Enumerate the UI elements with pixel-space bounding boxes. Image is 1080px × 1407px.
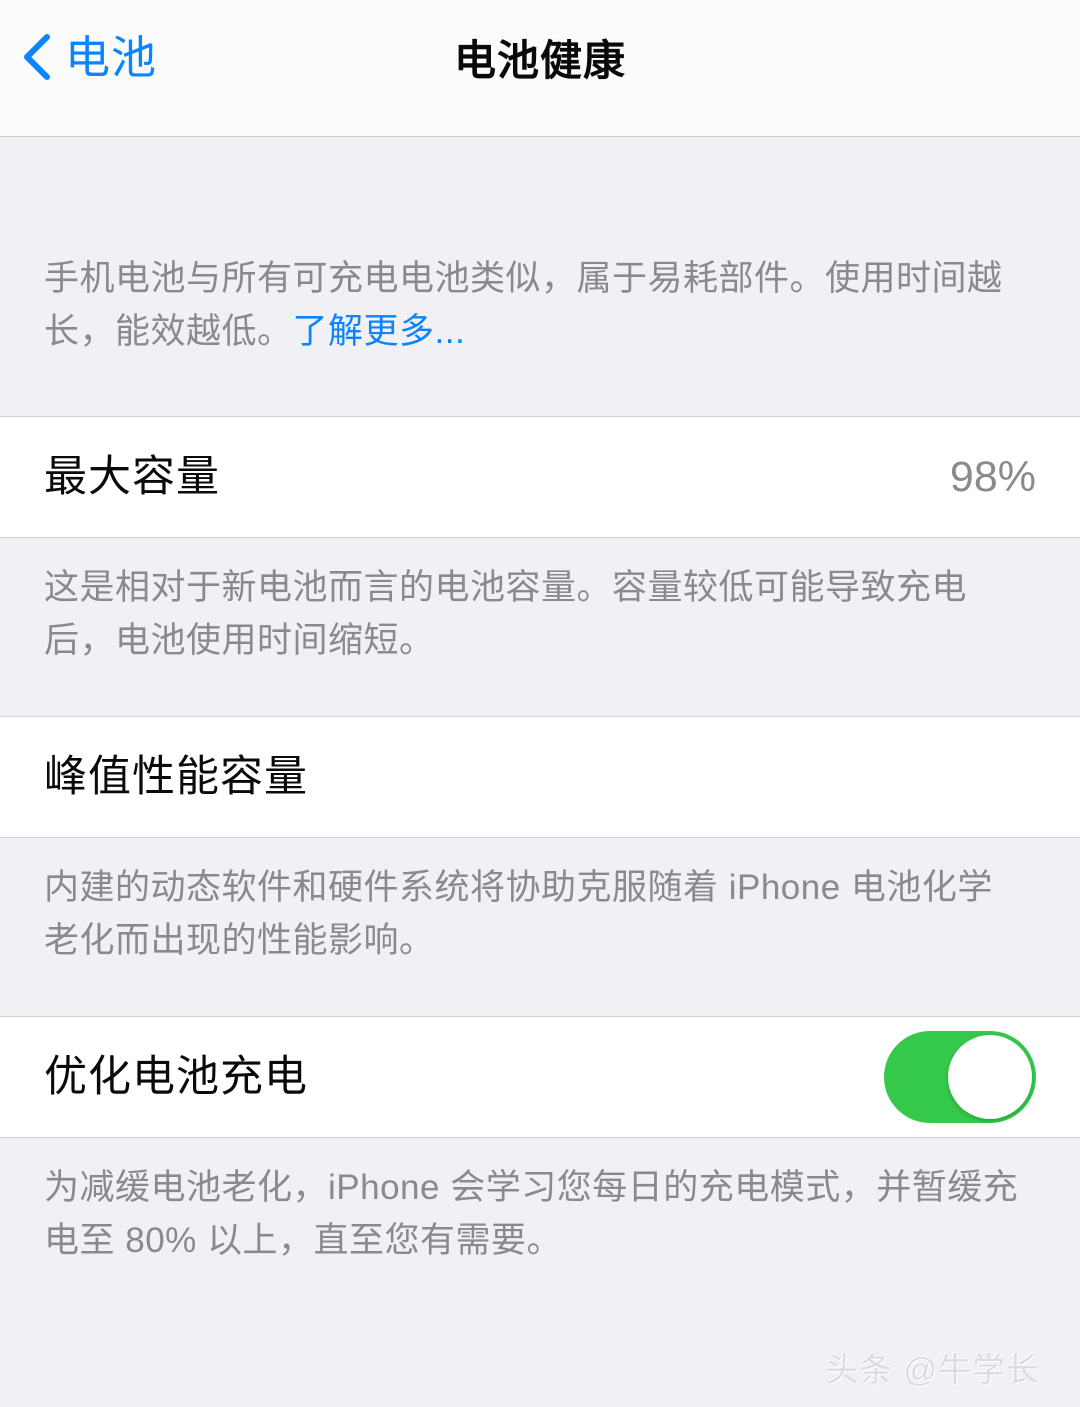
peak-performance-footer: 内建的动态软件和硬件系统将协助克服随着 iPhone 电池化学老化而出现的性能影… [44, 868, 993, 960]
optimized-charging-toggle[interactable] [884, 1031, 1036, 1123]
max-capacity-value: 98% [949, 452, 1036, 501]
optimized-charging-row[interactable]: 优化电池充电 [0, 1016, 1080, 1138]
peak-performance-row[interactable]: 峰值性能容量 [0, 716, 1080, 838]
max-capacity-footer: 这是相对于新电池而言的电池容量。容量较低可能导致充电后，电池使用时间缩短。 [44, 568, 968, 660]
learn-more-link[interactable]: 了解更多... [293, 312, 466, 351]
max-capacity-label: 最大容量 [44, 452, 220, 501]
intro-description: 手机电池与所有可充电电池类似，属于易耗部件。使用时间越长，能效越低。了解更多..… [44, 252, 1024, 358]
toggle-knob [948, 1035, 1032, 1119]
max-capacity-row[interactable]: 最大容量 98% [0, 416, 1080, 538]
page-title: 电池健康 [453, 37, 626, 84]
battery-health-screen: 电池 电池健康 手机电池与所有可充电电池类似，属于易耗部件。使用时间越长，能效越… [0, 0, 1080, 1407]
intro-description-text: 手机电池与所有可充电电池类似，属于易耗部件。使用时间越长，能效越低。 [44, 259, 1003, 351]
optimized-charging-footer: 为减缓电池老化，iPhone 会学习您每日的充电模式，并暂缓充电至 80% 以上… [44, 1168, 1019, 1260]
watermark: 头条 @牛学长 [825, 1351, 1040, 1388]
optimized-charging-label: 优化电池充电 [44, 1052, 308, 1101]
navigation-bar: 电池 电池健康 [0, 0, 1080, 137]
peak-performance-label: 峰值性能容量 [44, 752, 308, 801]
